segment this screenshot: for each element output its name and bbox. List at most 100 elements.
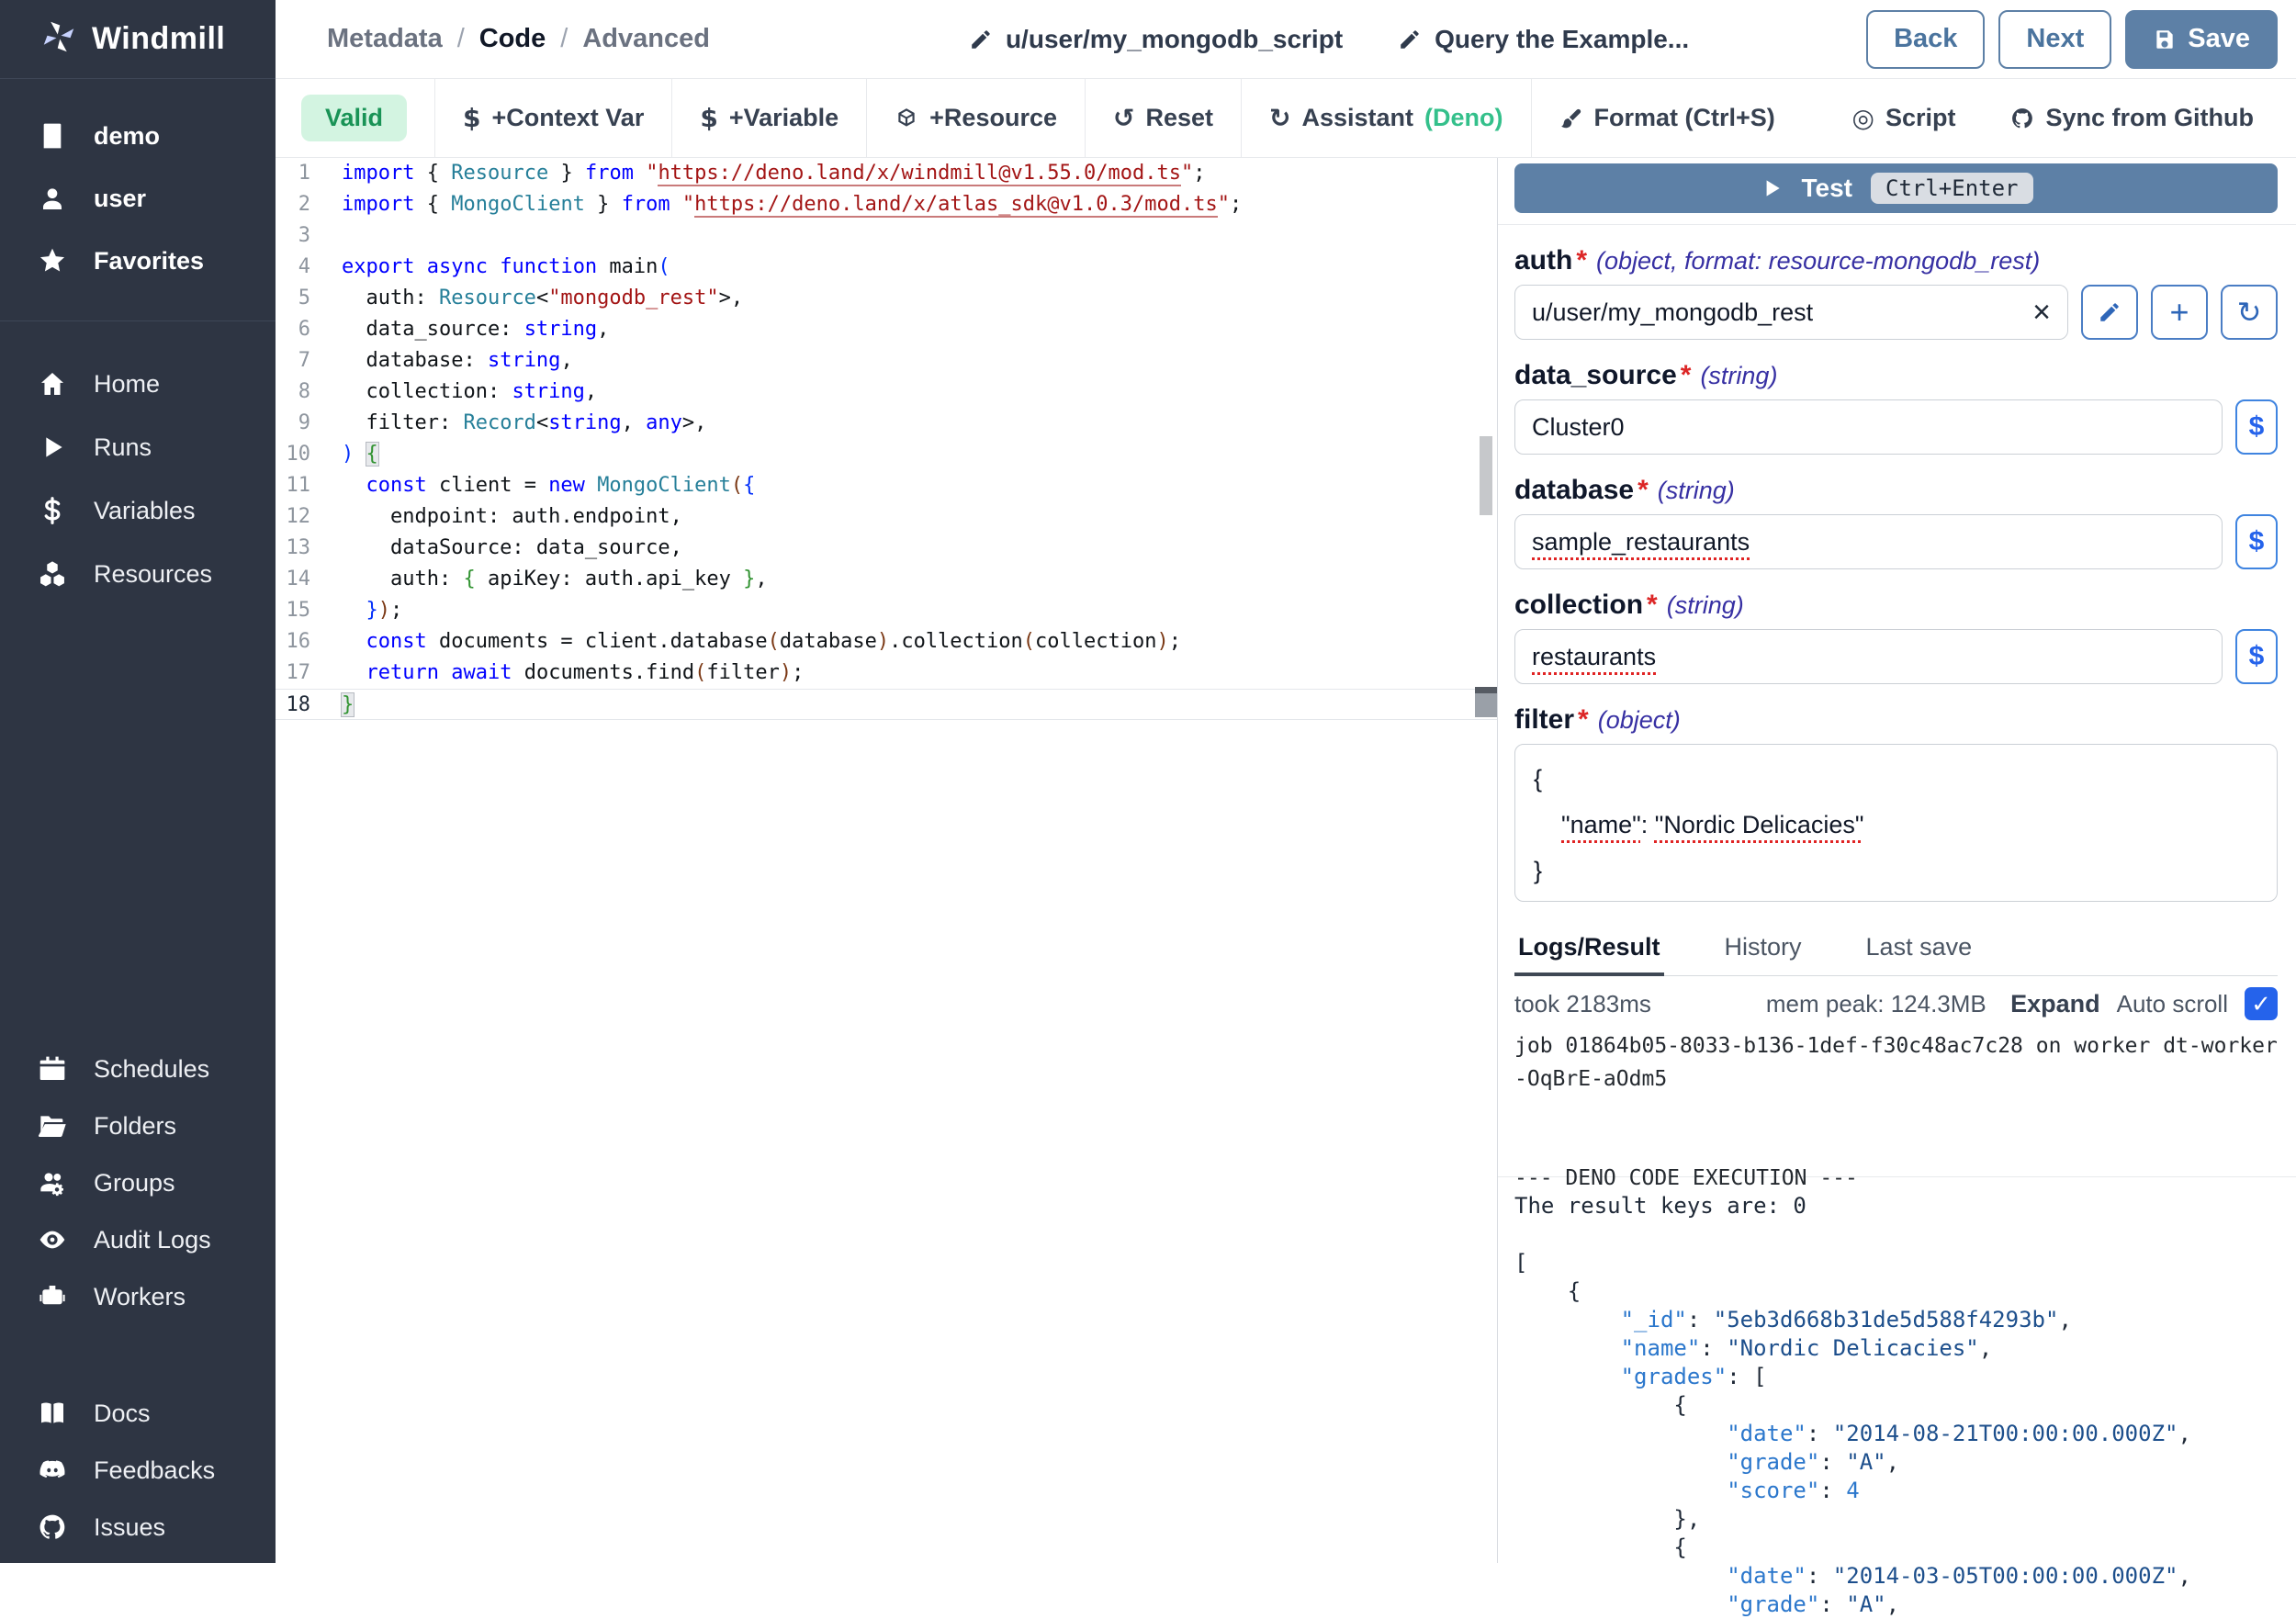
- format-button[interactable]: Format (Ctrl+S): [1559, 104, 1775, 132]
- assistant-button[interactable]: ↻ Assistant (Deno): [1269, 104, 1503, 132]
- scrollbar-thumb[interactable]: [1480, 436, 1492, 515]
- test-button[interactable]: Test Ctrl+Enter: [1514, 163, 2278, 213]
- reset-button[interactable]: ↺ Reset: [1113, 104, 1213, 132]
- add-variable-button[interactable]: $ +Variable: [700, 104, 838, 132]
- result-line: "grade": "A",: [1514, 1591, 2278, 1619]
- code-line-4: 4export async function main(: [276, 252, 1497, 283]
- sidebar-item-resources[interactable]: Resources: [0, 550, 276, 598]
- sync-from-github-button[interactable]: Sync from Github: [2010, 104, 2254, 132]
- expand-button[interactable]: Expand: [2010, 990, 2100, 1018]
- code-line-3: 3: [276, 220, 1497, 252]
- sidebar-item-issues[interactable]: Issues: [0, 1503, 276, 1551]
- line-number: 18: [276, 690, 332, 719]
- tab-last-save[interactable]: Last save: [1863, 926, 1976, 975]
- result-line: {: [1514, 1391, 2278, 1420]
- sidebar-item-feedbacks[interactable]: Feedbacks: [0, 1446, 276, 1494]
- sidebar-item-folders[interactable]: Folders: [0, 1102, 276, 1150]
- result-line: "date": "2014-03-05T00:00:00.000Z",: [1514, 1562, 2278, 1591]
- clear-resource-icon[interactable]: ×: [2032, 297, 2051, 328]
- autoscroll-checkbox[interactable]: ✓: [2245, 987, 2278, 1020]
- editor-scrollbar[interactable]: [1475, 158, 1497, 1563]
- add-context-var-button[interactable]: $ +Context Var: [463, 104, 644, 132]
- filter-field-label: filter* (object): [1514, 704, 2278, 736]
- sidebar-item-label: Home: [94, 370, 160, 399]
- robot-icon: [37, 1281, 68, 1312]
- refresh-icon: ↻: [1269, 106, 1290, 131]
- auth-resource-input[interactable]: u/user/my_mongodb_rest ×: [1514, 285, 2068, 340]
- brand-name: Windmill: [92, 21, 225, 57]
- database-insert-var-button[interactable]: $: [2235, 514, 2278, 569]
- pencil-icon: [2098, 300, 2122, 324]
- sidebar-item-audit-logs[interactable]: Audit Logs: [0, 1216, 276, 1264]
- sidebar-item-schedules[interactable]: Schedules: [0, 1045, 276, 1093]
- database-input[interactable]: sample_restaurants: [1514, 514, 2223, 569]
- script-identifiers: u/user/my_mongodb_script Query the Examp…: [969, 25, 1689, 54]
- script-title-edit[interactable]: Query the Example...: [1398, 25, 1689, 54]
- sidebar-main-group: Home Runs Variables Resources: [0, 360, 276, 598]
- dollar-icon: [37, 495, 68, 526]
- code-line-10: 10) {: [276, 439, 1497, 470]
- result-line: "date": "2014-08-21T00:00:00.000Z",: [1514, 1420, 2278, 1448]
- script-kind-button[interactable]: ◎ Script: [1852, 104, 1956, 132]
- result-tabs: Logs/Result History Last save: [1514, 926, 2278, 976]
- sidebar-item-label: Workers: [94, 1283, 186, 1311]
- code-line-5: 5 auth: Resource<"mongodb_rest">,: [276, 283, 1497, 314]
- sidebar-item-groups[interactable]: Groups: [0, 1159, 276, 1207]
- line-number: 2: [276, 189, 332, 220]
- add-resource-button[interactable]: +: [2151, 285, 2208, 340]
- logo-row[interactable]: Windmill: [0, 0, 276, 79]
- data-source-insert-var-button[interactable]: $: [2235, 399, 2278, 455]
- tab-logs-result[interactable]: Logs/Result: [1514, 926, 1664, 976]
- breadcrumb-advanced[interactable]: Advanced: [582, 24, 710, 54]
- sidebar-item-workspace-demo[interactable]: demo: [0, 112, 276, 160]
- sidebar-item-workers[interactable]: Workers: [0, 1273, 276, 1321]
- sidebar-item-home[interactable]: Home: [0, 360, 276, 408]
- data-source-input[interactable]: Cluster0: [1514, 399, 2223, 455]
- result-line: "grade": "A",: [1514, 1448, 2278, 1477]
- add-resource-button[interactable]: +Resource: [895, 104, 1057, 132]
- collection-input[interactable]: restaurants: [1514, 629, 2223, 684]
- code-line-7: 7 database: string,: [276, 345, 1497, 377]
- discord-icon: [37, 1455, 68, 1486]
- pencil-icon: [969, 28, 993, 51]
- filter-json-textarea[interactable]: { "name": "Nordic Delicacies" }: [1514, 744, 2278, 902]
- sidebar-item-favorites[interactable]: Favorites: [0, 237, 276, 285]
- code-line-11: 11 const client = new MongoClient({: [276, 470, 1497, 501]
- back-button[interactable]: Back: [1866, 10, 1985, 69]
- user-icon: [37, 183, 68, 214]
- line-number: 17: [276, 658, 332, 689]
- save-button[interactable]: Save: [2125, 10, 2278, 69]
- code-line-9: 9 filter: Record<string, any>,: [276, 408, 1497, 439]
- line-number: 1: [276, 158, 332, 189]
- tab-history[interactable]: History: [1721, 926, 1806, 975]
- script-path-edit[interactable]: u/user/my_mongodb_script: [969, 25, 1343, 54]
- refresh-resource-button[interactable]: ↻: [2221, 285, 2278, 340]
- code-line-16: 16 const documents = client.database(dat…: [276, 626, 1497, 658]
- next-button[interactable]: Next: [1998, 10, 2111, 69]
- edit-resource-button[interactable]: [2081, 285, 2138, 340]
- sidebar-item-label: Variables: [94, 497, 196, 525]
- sidebar-item-variables[interactable]: Variables: [0, 487, 276, 534]
- run-panel: Test Ctrl+Enter auth* (object, format: r…: [1497, 158, 2296, 1563]
- assistant-lang: (Deno): [1424, 104, 1503, 132]
- database-field-label: database* (string): [1514, 475, 2278, 506]
- sidebar-item-runs[interactable]: Runs: [0, 423, 276, 471]
- line-number: 16: [276, 626, 332, 658]
- code-line-6: 6 data_source: string,: [276, 314, 1497, 345]
- collection-insert-var-button[interactable]: $: [2235, 629, 2278, 684]
- code-line-2: 2import { MongoClient } from "https://de…: [276, 189, 1497, 220]
- sidebar-item-docs[interactable]: Docs: [0, 1389, 276, 1437]
- breadcrumb-code[interactable]: Code: [479, 24, 546, 54]
- star-icon: [37, 245, 68, 276]
- sidebar-item-user[interactable]: user: [0, 174, 276, 222]
- dollar-icon: $: [463, 106, 480, 131]
- code-editor[interactable]: 1import { Resource } from "https://deno.…: [276, 158, 1497, 1563]
- line-number: 5: [276, 283, 332, 314]
- data-source-field-label: data_source* (string): [1514, 360, 2278, 391]
- breadcrumb-sep: /: [457, 24, 465, 54]
- sidebar-item-label: Schedules: [94, 1055, 209, 1084]
- breadcrumb-metadata[interactable]: Metadata: [327, 24, 443, 54]
- sidebar-item-label: demo: [94, 122, 160, 151]
- code-line-18: 18}: [276, 689, 1497, 720]
- header: Metadata / Code / Advanced u/user/my_mon…: [276, 0, 2296, 79]
